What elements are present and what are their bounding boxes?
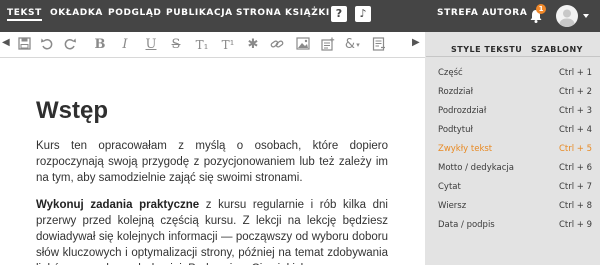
style-item-podtytul[interactable]: Podtytuł Ctrl + 4 (425, 121, 600, 140)
style-shortcut: Ctrl + 2 (558, 87, 592, 97)
divider (426, 56, 600, 57)
image-icon[interactable] (294, 36, 312, 54)
nav-tab-publikacja[interactable]: PUBLIKACJA (166, 8, 233, 18)
paragraph-tasks[interactable]: Wykonuj zadania praktyczne z kursu regul… (36, 197, 388, 265)
style-shortcut: Ctrl + 8 (558, 201, 592, 211)
insert-icon[interactable] (319, 36, 337, 54)
strikethrough-icon[interactable]: S (167, 36, 185, 54)
special-char-icon[interactable]: ✱ (244, 36, 262, 54)
bold-text: Wykonuj zadania praktyczne (36, 199, 200, 211)
style-label: Zwykły tekst (438, 144, 493, 154)
style-label: Podtytuł (438, 125, 473, 135)
link-icon[interactable] (268, 36, 286, 54)
subscript-icon[interactable]: T₁ (193, 36, 211, 54)
style-label: Wiersz (438, 201, 467, 211)
nav-tab-tekst[interactable]: TEKST (7, 8, 42, 21)
style-item-zwykly-tekst[interactable]: Zwykły tekst Ctrl + 5 (425, 140, 600, 159)
style-item-podrozdzial[interactable]: Podrozdział Ctrl + 3 (425, 102, 600, 121)
style-item-wiersz[interactable]: Wiersz Ctrl + 8 (425, 197, 600, 216)
chevron-down-icon[interactable] (583, 14, 589, 18)
style-shortcut: Ctrl + 3 (558, 106, 592, 116)
save-icon[interactable] (15, 36, 33, 54)
superscript-icon[interactable]: T¹ (219, 36, 237, 54)
editor-area[interactable]: Wstęp Kurs ten opracowałam z myślą o oso… (0, 59, 425, 265)
style-shortcut: Ctrl + 7 (558, 182, 592, 192)
style-item-czesc[interactable]: Część Ctrl + 1 (425, 64, 600, 83)
style-shortcut: Ctrl + 1 (558, 68, 592, 78)
redo-icon[interactable] (61, 36, 79, 54)
page-title[interactable]: Wstęp (36, 97, 108, 125)
style-label: Cytat (438, 182, 461, 192)
top-navigation-bar: TEKST OKŁADKA PODGLĄD PUBLIKACJA STRONA … (0, 0, 600, 32)
question-icon[interactable]: ? (331, 6, 347, 22)
style-label: Motto / dedykacja (438, 163, 514, 173)
bold-icon[interactable]: B (91, 36, 109, 54)
nav-tab-strona-ksiazki[interactable]: STRONA KSIĄŻKI (236, 8, 330, 18)
style-label: Rozdział (438, 87, 474, 97)
scroll-left-arrow-icon[interactable]: ◀ (2, 37, 10, 48)
style-label: Część (438, 68, 463, 78)
author-zone-link[interactable]: STREFA AUTORA (437, 8, 527, 18)
notification-badge: 1 (536, 4, 546, 14)
paragraph-intro[interactable]: Kurs ten opracowałam z myślą o osobach, … (36, 138, 388, 186)
style-shortcut: Ctrl + 5 (558, 144, 592, 154)
style-item-data-podpis[interactable]: Data / podpis Ctrl + 9 (425, 216, 600, 235)
chevron-down-icon[interactable]: ▾ (354, 36, 362, 54)
scroll-right-arrow-icon[interactable]: ▶ (412, 37, 420, 48)
style-label: Data / podpis (438, 220, 495, 230)
notes-icon[interactable] (370, 36, 388, 54)
nav-tab-okladka[interactable]: OKŁADKA (50, 8, 103, 18)
undo-icon[interactable] (38, 36, 56, 54)
note-icon[interactable]: ♪ (355, 6, 371, 22)
avatar[interactable] (556, 5, 578, 27)
style-shortcut: Ctrl + 6 (558, 163, 592, 173)
style-item-motto[interactable]: Motto / dedykacja Ctrl + 6 (425, 159, 600, 178)
formatting-toolbar: B I U S T₁ T¹ ✱ & ▾ (0, 32, 425, 58)
style-shortcut: Ctrl + 9 (558, 220, 592, 230)
italic-icon[interactable]: I (116, 36, 134, 54)
underline-icon[interactable]: U (142, 36, 160, 54)
style-label: Podrozdział (438, 106, 487, 116)
tab-szablony[interactable]: SZABLONY (531, 45, 583, 54)
style-shortcut: Ctrl + 4 (558, 125, 592, 135)
style-item-cytat[interactable]: Cytat Ctrl + 7 (425, 178, 600, 197)
style-item-rozdzial[interactable]: Rozdział Ctrl + 2 (425, 83, 600, 102)
nav-tab-podglad[interactable]: PODGLĄD (108, 8, 161, 18)
